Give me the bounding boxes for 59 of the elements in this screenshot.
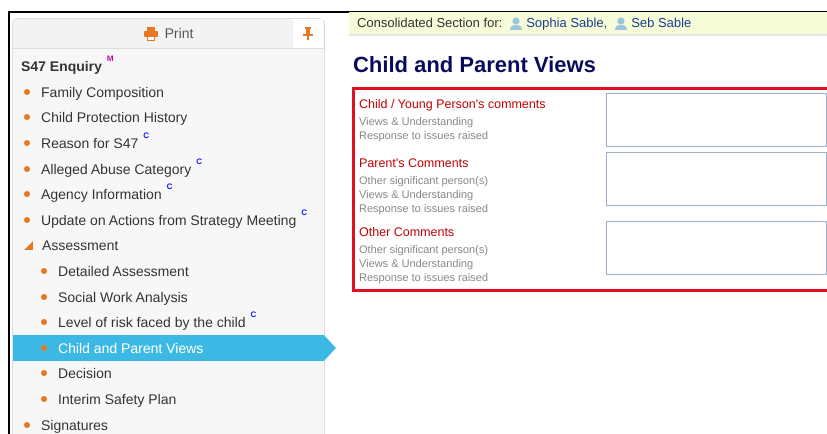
bullet-icon: [41, 268, 47, 274]
bullet-icon: [24, 216, 30, 223]
comment-field[interactable]: [606, 221, 827, 275]
nav-item[interactable]: Child Protection History: [13, 104, 324, 130]
nav-item[interactable]: Detailed Assessment: [13, 258, 324, 284]
person-link[interactable]: Seb Sable: [631, 13, 692, 33]
field-hint: Response to issues raised: [359, 129, 490, 143]
selection-pointer-icon: [324, 334, 336, 361]
bullet-icon: [24, 191, 30, 198]
section-marker: C: [250, 309, 256, 322]
nav-item[interactable]: Signatures: [13, 412, 324, 434]
expanded-triangle-icon: [24, 240, 33, 250]
bullet-icon: [41, 396, 47, 402]
nav-item[interactable]: Agency Information C: [13, 181, 324, 207]
bullet-icon: [24, 422, 30, 428]
bullet-icon: [41, 294, 47, 300]
bullet-icon: [41, 319, 47, 326]
field-label: Other Comments: [359, 224, 456, 240]
field-hint: Other significant person(s): [359, 174, 488, 188]
person-icon: [615, 16, 628, 30]
bullet-icon: [24, 140, 30, 146]
field-label: Child / Young Person's comments: [359, 96, 546, 112]
nav-item[interactable]: Alleged Abuse Category C: [13, 156, 324, 182]
comment-field[interactable]: [606, 93, 827, 147]
pin-icon: [303, 27, 313, 40]
nav-item[interactable]: Decision: [13, 360, 324, 386]
nav-item[interactable]: Interim Safety Plan: [13, 386, 324, 412]
field-hint: Response to issues raised: [359, 202, 488, 216]
field-hint: Views & Understanding: [359, 115, 474, 129]
field-hint: Other significant person(s): [359, 243, 488, 257]
section-title: S47 Enquiry: [21, 56, 102, 76]
field-hint: Views & Understanding: [359, 188, 474, 202]
field-hint: Views & Understanding: [359, 257, 474, 271]
nav-item[interactable]: Assessment: [13, 232, 324, 258]
section-marker: M: [106, 53, 114, 65]
section-marker: C: [301, 206, 308, 219]
section-marker: C: [143, 130, 150, 142]
section-marker: C: [166, 181, 172, 194]
bullet-icon: [24, 88, 30, 95]
field-label: Parent's Comments: [359, 155, 470, 171]
nav-item[interactable]: Update on Actions from Strategy Meeting C: [13, 206, 324, 233]
person-link[interactable]: Sophia Sable,: [526, 13, 608, 33]
bullet-icon: [24, 166, 30, 172]
page-heading: Child and Parent Views: [353, 52, 596, 78]
print-button[interactable]: Print: [144, 23, 194, 44]
nav-item[interactable]: Social Work Analysis: [13, 284, 324, 310]
section-marker: C: [196, 156, 202, 168]
consolidated-label: Consolidated Section for:: [357, 14, 502, 32]
nav-item[interactable]: Reason for S47 C: [13, 130, 324, 156]
bullet-icon: [41, 370, 47, 376]
pin-button[interactable]: [293, 19, 323, 48]
person-icon: [510, 16, 522, 30]
bullet-icon: [41, 344, 47, 351]
printer-icon: [144, 26, 158, 40]
field-hint: Response to issues raised: [359, 271, 488, 285]
bullet-icon: [24, 114, 30, 120]
comment-field[interactable]: [606, 152, 827, 206]
nav-item[interactable]: Family Composition: [13, 79, 324, 105]
nav-item[interactable]: Level of risk faced by the child C: [13, 309, 324, 335]
